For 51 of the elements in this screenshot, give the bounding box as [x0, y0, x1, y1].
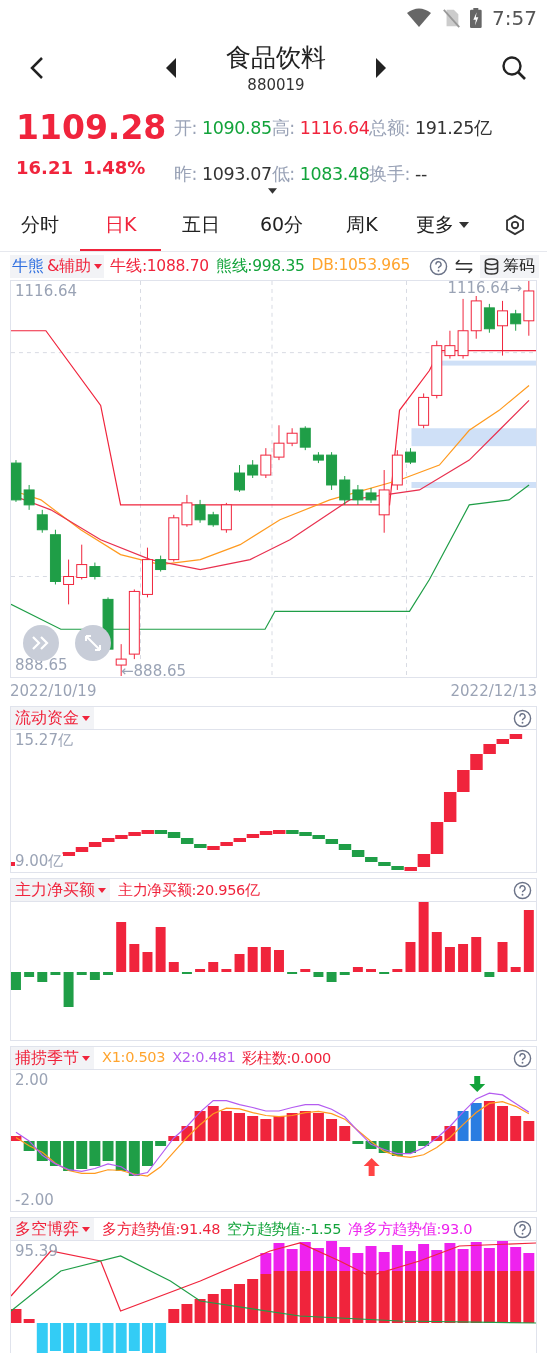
- field-value: 191.25亿: [415, 117, 492, 140]
- high-marker: 1116.64→: [447, 281, 522, 296]
- field-label: 昨:: [174, 163, 198, 186]
- low-marker: ←888.65: [121, 664, 187, 679]
- price-change: 16.21: [16, 157, 73, 178]
- period-tab[interactable]: 60分: [241, 200, 322, 251]
- field-value: --: [415, 164, 428, 184]
- end-date: 2022/12/13: [450, 682, 537, 700]
- indicator-reading: 牛线:1088.70: [110, 255, 209, 277]
- field-value: 1093.07: [202, 164, 272, 184]
- indicator-reading: DB:1053.965: [311, 255, 411, 276]
- field-label: 高:: [271, 117, 295, 140]
- start-date: 2022/10/19: [10, 682, 97, 700]
- field-label: 换手:: [369, 163, 411, 186]
- field-label: 低:: [271, 163, 295, 186]
- period-tab[interactable]: 周K: [321, 200, 403, 251]
- indicator-reading: 空方趋势值:-1.55: [227, 1219, 342, 1239]
- indicator-selector[interactable]: 流动资金: [11, 707, 94, 729]
- indicator-reading: 多方趋势值:91.48: [102, 1219, 221, 1239]
- percent-change: 1.48%: [82, 157, 146, 178]
- axis-label: -2.00: [15, 1193, 54, 1208]
- indicator-reading: 熊线:998.35: [215, 255, 305, 277]
- indicator-reading: 净多方趋势值:93.0: [348, 1219, 473, 1239]
- field-label: 总额:: [369, 117, 411, 140]
- indicator-selector[interactable]: 牛熊 &辅助: [10, 254, 105, 278]
- field-label: 开:: [174, 117, 198, 140]
- period-tab[interactable]: 五日: [160, 200, 242, 251]
- indicator-reading: 彩柱数:0.000: [242, 1048, 331, 1068]
- last-price: 1109.28: [16, 108, 168, 147]
- axis-label: 9.00亿: [15, 854, 64, 869]
- period-tab[interactable]: 更多: [402, 200, 483, 251]
- field-value: 1116.64: [299, 118, 370, 138]
- period-tab[interactable]: 分时: [0, 200, 81, 251]
- indicator-selector[interactable]: 捕捞季节: [11, 1047, 94, 1069]
- axis-label: 15.27亿: [15, 733, 73, 748]
- status-time: 7:57: [492, 5, 537, 30]
- stock-title: 食品饮料: [226, 42, 326, 74]
- axis-label: 2.00: [15, 1073, 49, 1088]
- chip-button[interactable]: 筹码: [480, 254, 539, 278]
- indicator-selector[interactable]: 多空博弈: [11, 1218, 94, 1240]
- field-value: 1090.85: [202, 118, 272, 138]
- indicator-selector[interactable]: 主力净买额: [11, 879, 110, 901]
- indicator-reading: 主力净买额:20.956亿: [118, 880, 260, 900]
- axis-label: 95.39: [15, 1244, 58, 1259]
- axis-label: 888.65: [15, 658, 68, 673]
- stock-code: 880019: [247, 76, 305, 94]
- indicator-reading: X1:0.503: [102, 1048, 166, 1067]
- field-value: 1083.48: [299, 164, 370, 184]
- indicator-reading: X2:0.481: [172, 1048, 236, 1067]
- axis-label: 1116.64: [15, 284, 78, 299]
- period-tab[interactable]: 日K: [80, 200, 161, 251]
